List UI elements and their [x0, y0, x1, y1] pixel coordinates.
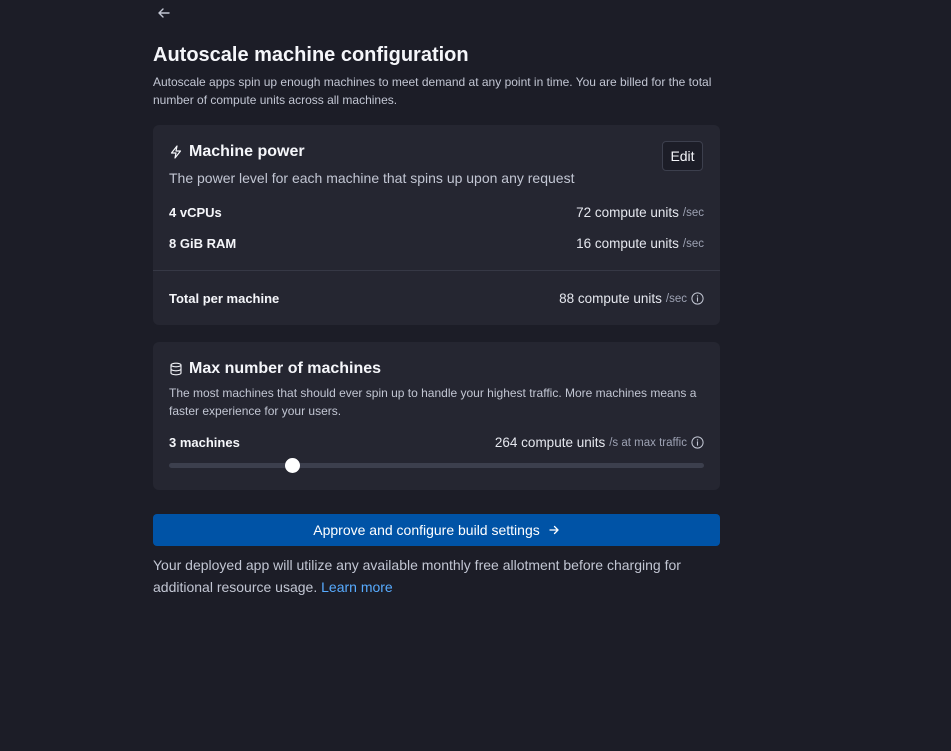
ram-value: 16 compute units — [576, 236, 679, 251]
machine-power-description: The power level for each machine that sp… — [169, 170, 575, 186]
edit-button[interactable]: Edit — [662, 141, 703, 171]
vcpu-value: 72 compute units — [576, 205, 679, 220]
machines-slider[interactable] — [169, 458, 704, 473]
machine-power-heading: Machine power — [189, 143, 305, 160]
max-machines-heading: Max number of machines — [189, 360, 382, 377]
total-label: Total per machine — [169, 291, 280, 306]
divider — [153, 270, 720, 271]
arrow-right-icon — [549, 525, 559, 535]
learn-more-link[interactable]: Learn more — [321, 579, 393, 595]
approve-configure-button[interactable]: Approve and configure build settings — [153, 514, 720, 546]
max-machines-description: The most machines that should ever spin … — [169, 386, 697, 418]
max-machines-row: 3 machines 264 compute units/s at max tr… — [169, 435, 704, 450]
ram-unit: /sec — [682, 237, 704, 250]
total-value: 88 compute units — [559, 291, 662, 306]
info-icon[interactable] — [691, 436, 704, 449]
lightning-icon — [170, 145, 182, 159]
vcpu-label: 4 vCPUs — [169, 205, 222, 220]
back-arrow-icon[interactable] — [155, 4, 173, 22]
ram-label: 8 GiB RAM — [169, 236, 237, 251]
vcpu-unit: /sec — [682, 206, 704, 219]
page-title: Autoscale machine configuration — [153, 44, 469, 66]
max-machines-card: Max number of machines The most machines… — [153, 342, 720, 490]
ram-row: 8 GiB RAM 16 compute units/sec — [169, 236, 704, 251]
footnote-text: Your deployed app will utilize any avail… — [153, 557, 681, 595]
slider-thumb[interactable] — [285, 458, 301, 473]
machine-power-heading-row: Machine power — [169, 143, 305, 161]
total-unit: /sec — [665, 292, 687, 305]
total-row: Total per machine 88 compute units/sec — [169, 291, 704, 306]
page-subtitle: Autoscale apps spin up enough machines t… — [153, 75, 712, 107]
machine-count-label: 3 machines — [169, 435, 240, 450]
vcpu-row: 4 vCPUs 72 compute units/sec — [169, 205, 704, 220]
info-icon[interactable] — [691, 292, 704, 305]
machine-power-card: Machine power The power level for each m… — [153, 125, 720, 325]
database-icon — [170, 362, 182, 376]
max-compute-unit: /s at max traffic — [609, 436, 687, 449]
approve-configure-label: Approve and configure build settings — [313, 522, 540, 538]
max-compute-value: 264 compute units — [494, 435, 606, 450]
max-machines-heading-row: Max number of machines — [169, 360, 381, 378]
footnote: Your deployed app will utilize any avail… — [153, 554, 713, 598]
